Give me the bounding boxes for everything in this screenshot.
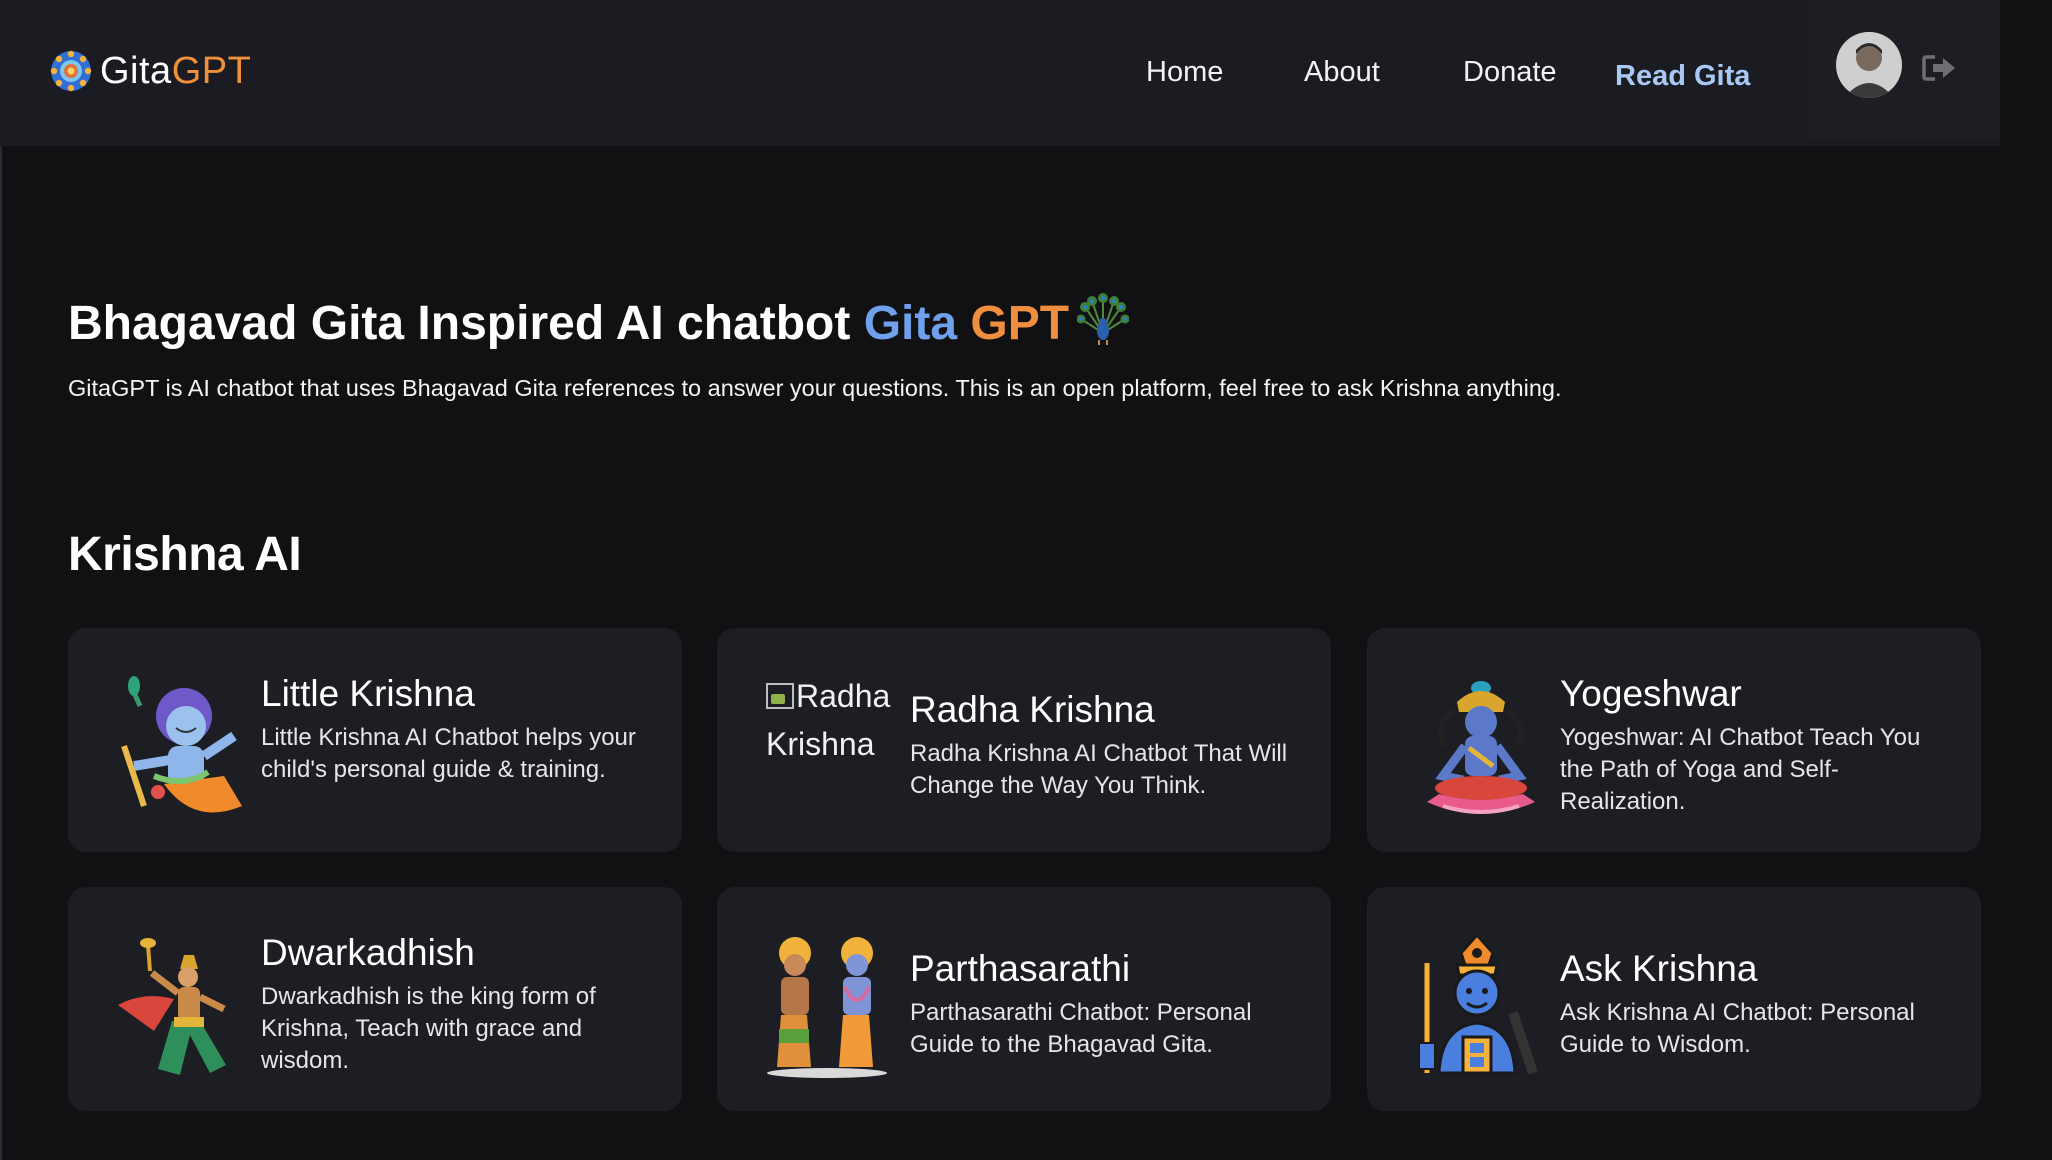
hero-subtitle: GitaGPT is AI chatbot that uses Bhagavad… bbox=[68, 375, 1562, 401]
krishna-face-icon bbox=[1418, 933, 1538, 1075]
card-parthasarathi[interactable]: Parthasarathi Parthasarathi Chatbot: Per… bbox=[717, 887, 1331, 1111]
little-krishna-icon bbox=[121, 676, 242, 813]
card-title: Radha Krishna bbox=[910, 689, 1155, 730]
logout-icon[interactable] bbox=[1922, 54, 1958, 82]
card-description: Dwarkadhish is the king form of Krishna,… bbox=[261, 983, 596, 1074]
site-header: GitaGPT Home About Donate Read Gita bbox=[0, 0, 2000, 146]
card-description: Radha Krishna AI Chatbot That Will Chang… bbox=[910, 740, 1288, 799]
nav-about-link[interactable]: About bbox=[1304, 52, 1380, 92]
logo-text-gita: Gita bbox=[100, 50, 172, 92]
logo-text: GitaGPT bbox=[100, 48, 251, 94]
card-description: Little Krishna AI Chatbot helps your chi… bbox=[261, 724, 636, 783]
card-title: Little Krishna bbox=[261, 673, 475, 714]
card-radha-krishna[interactable]: Radha Krishna Radha Krishna Radha Krishn… bbox=[717, 628, 1331, 852]
radha-krishna-broken-image: Radha Krishna bbox=[766, 672, 896, 768]
card-title: Dwarkadhish bbox=[261, 932, 475, 973]
card-description: Yogeshwar: AI Chatbot Teach You the Path… bbox=[1560, 724, 1921, 815]
image-alt-line1: Radha bbox=[796, 678, 891, 714]
logo-link[interactable]: GitaGPT bbox=[50, 48, 251, 94]
krishna-arjuna-icon bbox=[767, 937, 887, 1078]
card-yogeshwar[interactable]: Yogeshwar Yogeshwar: AI Chatbot Teach Yo… bbox=[1367, 628, 1981, 852]
user-area bbox=[1806, 0, 2000, 140]
card-title: Yogeshwar bbox=[1560, 673, 1742, 714]
dwarkadhish-dancing-icon bbox=[118, 938, 226, 1075]
hero-title-gpt: GPT bbox=[970, 297, 1070, 350]
hero-title: Bhagavad Gita Inspired AI chatbot Gita G… bbox=[68, 293, 1130, 355]
nav-read-gita-link[interactable]: Read Gita bbox=[1615, 56, 1750, 96]
avatar-photo-icon bbox=[1836, 32, 1902, 98]
card-ask-krishna[interactable]: Ask Krishna Ask Krishna AI Chatbot: Pers… bbox=[1367, 887, 1981, 1111]
avatar[interactable] bbox=[1836, 32, 1902, 98]
card-title: Parthasarathi bbox=[910, 948, 1131, 989]
card-description: Parthasarathi Chatbot: Personal Guide to… bbox=[910, 999, 1252, 1058]
image-alt-line2: Krishna bbox=[766, 726, 875, 762]
broken-image-icon bbox=[766, 683, 794, 709]
card-dwarkadhish[interactable]: Dwarkadhish Dwarkadhish is the king form… bbox=[68, 887, 682, 1111]
card-description: Ask Krishna AI Chatbot: Personal Guide t… bbox=[1560, 999, 1915, 1058]
peacock-icon bbox=[1077, 293, 1130, 345]
card-title: Ask Krishna bbox=[1560, 948, 1758, 989]
card-little-krishna[interactable]: Little Krishna Little Krishna AI Chatbot… bbox=[68, 628, 682, 852]
hero-title-main: Bhagavad Gita Inspired AI chatbot bbox=[68, 297, 864, 350]
logo-text-gpt: GPT bbox=[171, 50, 252, 92]
nav-home-link[interactable]: Home bbox=[1146, 52, 1223, 92]
yogeshwar-meditating-icon bbox=[1427, 681, 1535, 814]
hero-title-gita: Gita bbox=[863, 297, 958, 350]
logo-mandala-icon bbox=[50, 50, 92, 92]
page-edge bbox=[0, 0, 2, 1160]
section-title-krishna-ai: Krishna AI bbox=[68, 528, 302, 581]
nav-donate-link[interactable]: Donate bbox=[1463, 52, 1557, 92]
